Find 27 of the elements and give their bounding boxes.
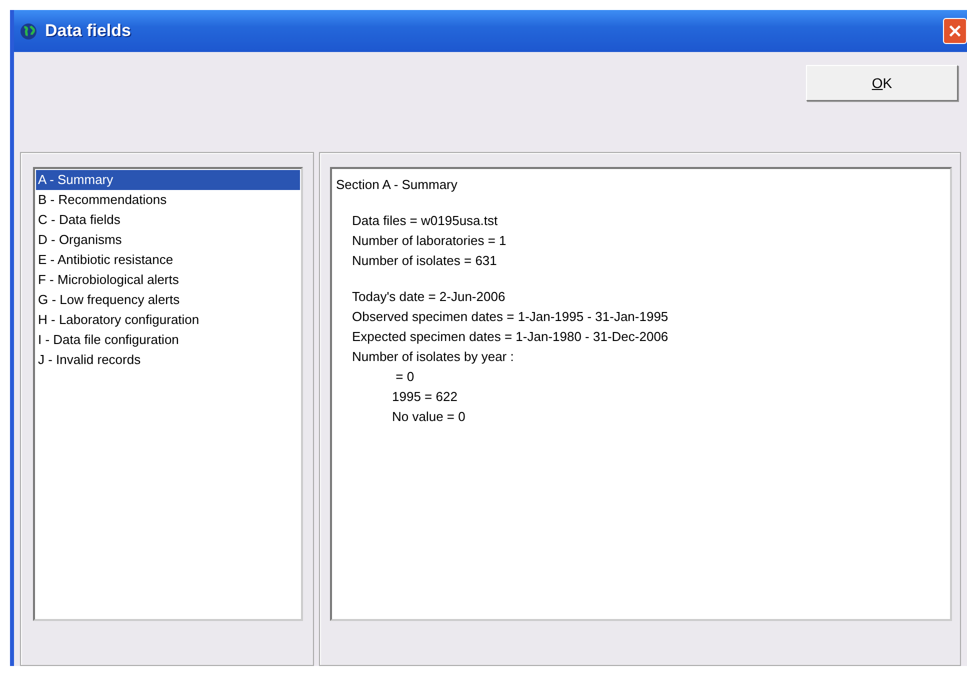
report-line: Today's date = 2-Jun-2006 bbox=[352, 288, 506, 306]
list-item[interactable]: G - Low frequency alerts bbox=[36, 290, 300, 310]
list-item[interactable]: J - Invalid records bbox=[36, 350, 300, 370]
report-line: Number of isolates = 631 bbox=[352, 252, 498, 270]
ok-button[interactable]: OK bbox=[806, 65, 958, 101]
section-list[interactable] bbox=[33, 167, 303, 621]
globe-icon bbox=[20, 22, 37, 40]
list-item[interactable]: C - Data fields bbox=[36, 210, 300, 230]
list-item[interactable]: I - Data file configuration bbox=[36, 330, 300, 350]
report-line: = 0 bbox=[394, 368, 416, 386]
report-line: No value = 0 bbox=[391, 408, 466, 426]
report-line: Expected specimen dates = 1-Jan-1980 - 31-Dec-2006 bbox=[352, 328, 670, 346]
list-item[interactable]: B - Recommendations bbox=[36, 190, 300, 210]
report-line: Number of laboratories = 1 bbox=[352, 232, 508, 250]
list-item[interactable]: E - Antibiotic resistance bbox=[36, 250, 300, 270]
list-item[interactable]: F - Microbiological alerts bbox=[36, 270, 300, 290]
list-item[interactable]: H - Laboratory configuration bbox=[36, 310, 300, 330]
close-button[interactable] bbox=[943, 18, 967, 44]
report-line: Observed specimen dates = 1-Jan-1995 - 31-Jan-1995 bbox=[352, 308, 670, 326]
report-line: Number of isolates by year : bbox=[352, 348, 515, 366]
report-title: Section A - Summary bbox=[336, 176, 458, 194]
report-line: Data files = w0195usa.tst bbox=[352, 212, 499, 230]
window-title: Data fields bbox=[45, 21, 132, 41]
list-item[interactable]: D - Organisms bbox=[36, 230, 300, 250]
close-icon bbox=[949, 25, 961, 37]
list-item[interactable]: A - Summary bbox=[36, 170, 300, 190]
report-line: 1995 = 622 bbox=[391, 388, 458, 406]
